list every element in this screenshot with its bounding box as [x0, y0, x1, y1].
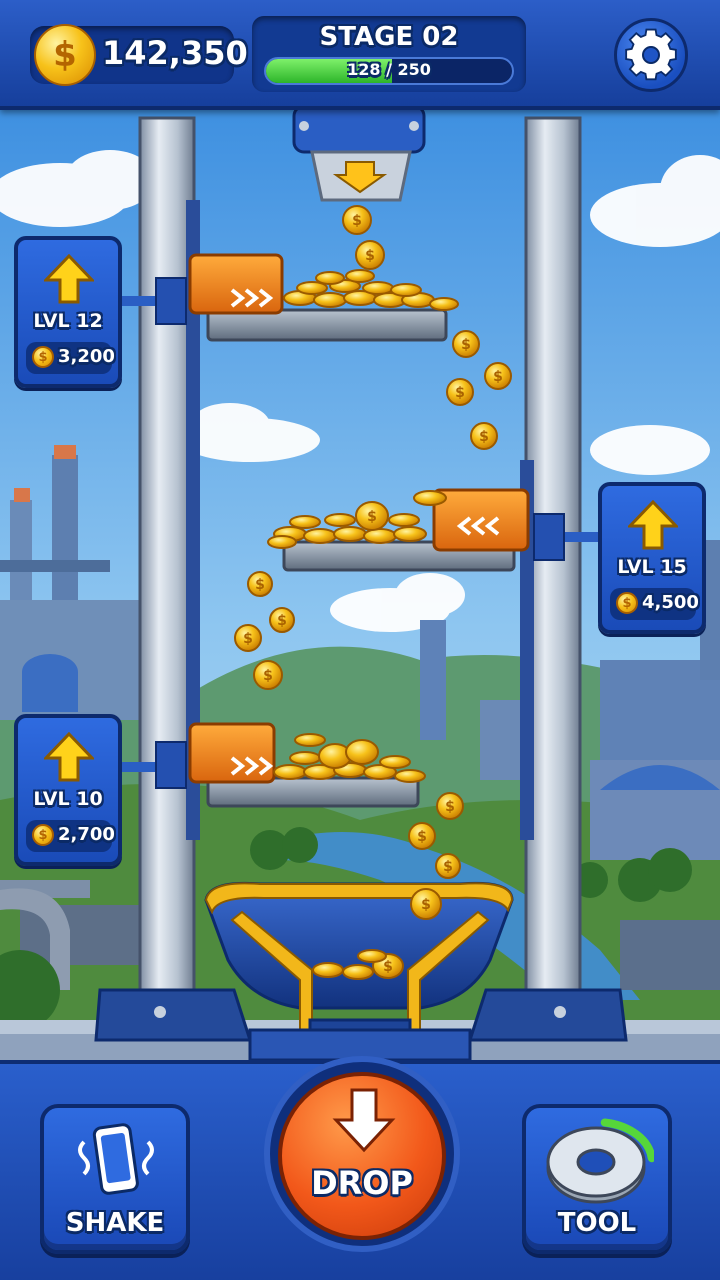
svg-text:$: $ [367, 509, 377, 525]
gear-icon [625, 28, 677, 81]
upgrade-cost: 3,200 [58, 346, 115, 367]
svg-text:$: $ [417, 829, 427, 845]
svg-text:$: $ [445, 799, 455, 815]
svg-text:$: $ [461, 337, 471, 353]
coin-balance: 142,350 [102, 34, 248, 72]
svg-text:$: $ [383, 959, 393, 975]
phone-shake-icon [78, 1123, 154, 1195]
dollar-coin-icon: $ [616, 592, 638, 614]
drop-label: DROP [311, 1164, 413, 1202]
upgrade-card-middle[interactable]: LVL 15 $ 4,500 [598, 482, 706, 634]
svg-text:$: $ [443, 859, 453, 875]
upgrade-level: LVL 15 [617, 556, 687, 578]
svg-text:$: $ [277, 613, 287, 629]
tool-button[interactable]: TOOL [522, 1104, 672, 1254]
upgrade-arrow-icon [628, 500, 678, 550]
svg-text:$: $ [352, 213, 362, 229]
svg-text:$: $ [263, 668, 273, 684]
dollar-coin-icon: $ [34, 24, 96, 86]
svg-text:$: $ [455, 385, 465, 401]
stage-progress-text: 128 / 250 [347, 60, 431, 79]
dollar-coin-icon: $ [32, 346, 54, 368]
coin-dispenser [292, 104, 426, 154]
svg-text:$: $ [493, 369, 503, 385]
settings-button[interactable] [614, 18, 688, 92]
upgrade-cost: 4,500 [642, 592, 699, 613]
shake-label: SHAKE [65, 1208, 165, 1238]
dollar-coin-icon: $ [32, 824, 54, 846]
upgrade-cost: 2,700 [58, 824, 115, 845]
shake-button[interactable]: SHAKE [40, 1104, 190, 1254]
svg-text:$: $ [421, 897, 431, 913]
upgrade-level: LVL 12 [33, 310, 103, 332]
down-arrow-icon [332, 1088, 396, 1153]
svg-text:$: $ [255, 577, 265, 593]
game-screen: $ $ $ $ $ $ $ $ $ $ $ $ $ $ $ $ $ 142,350 STAGE 02… [0, 0, 720, 1280]
stage-label: STAGE 02 [319, 22, 459, 52]
upgrade-arrow-icon [44, 732, 94, 782]
washer-ring-icon [546, 1118, 654, 1204]
svg-text:$: $ [365, 248, 375, 264]
tool-label: TOOL [557, 1208, 637, 1238]
upgrade-card-top[interactable]: LVL 12 $ 3,200 [14, 236, 122, 388]
upgrade-arrow-icon [44, 254, 94, 304]
drop-button[interactable]: DROP [278, 1072, 446, 1240]
svg-text:$: $ [479, 429, 489, 445]
left-rail [138, 116, 196, 1000]
upgrade-card-bottom[interactable]: LVL 10 $ 2,700 [14, 714, 122, 866]
upgrade-level: LVL 10 [33, 788, 103, 810]
svg-text:$: $ [243, 631, 253, 647]
